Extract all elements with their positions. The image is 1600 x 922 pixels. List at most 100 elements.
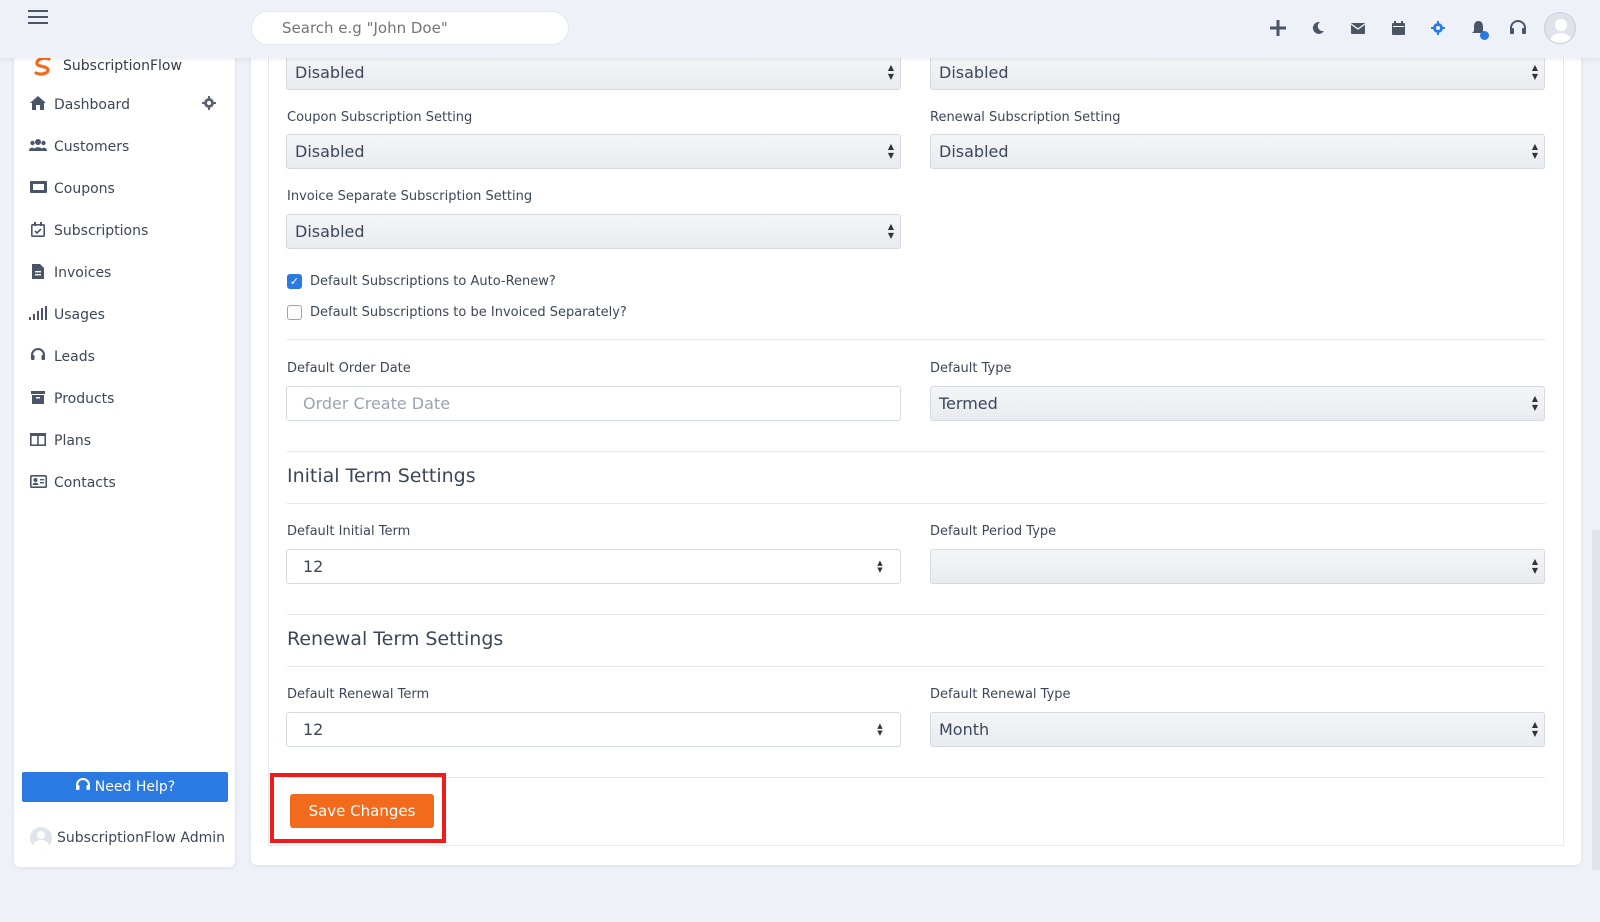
brand-name: SubscriptionFlow	[63, 58, 182, 74]
need-help-label: Need Help?	[94, 779, 176, 795]
period-type-select[interactable]: ▲ ▼	[930, 549, 1545, 584]
auto-renew-checkbox[interactable]: ✓	[287, 274, 302, 289]
renewal-term-stepper[interactable]: 12 ▲ ▼	[286, 712, 901, 747]
select-arrows-icon: ▲ ▼	[1531, 63, 1538, 81]
divider	[287, 503, 1545, 504]
save-changes-button[interactable]: Save Changes	[290, 794, 434, 828]
admin-user[interactable]: SubscriptionFlow Admin	[30, 827, 225, 849]
columns-icon	[28, 432, 48, 450]
sidebar-item-customers[interactable]: Customers	[28, 133, 228, 161]
sidebar-item-invoices[interactable]: Invoices	[28, 259, 228, 287]
order-date-input[interactable]: Order Create Date	[286, 386, 901, 421]
sidebar-item-label: Leads	[54, 349, 95, 365]
need-help-button[interactable]: Need Help?	[22, 772, 228, 802]
stepper-arrows-icon[interactable]: ▲ ▼	[876, 723, 884, 737]
sidebar-item-leads[interactable]: Leads	[28, 343, 228, 371]
ticket-icon	[28, 181, 48, 197]
renewal-term-label: Default Renewal Term	[287, 687, 430, 702]
save-highlight-box: Save Changes	[270, 773, 446, 843]
invoice-separate-setting-select[interactable]: Disabled ▲ ▼	[286, 214, 901, 249]
sidebar-item-products[interactable]: Products	[28, 385, 228, 413]
renewal-type-select[interactable]: Month ▲ ▼	[930, 712, 1545, 747]
sidebar-item-contacts[interactable]: Contacts	[28, 469, 228, 497]
period-type-label: Default Period Type	[930, 524, 1057, 539]
default-type-select[interactable]: Termed ▲ ▼	[930, 386, 1545, 421]
renewal-term-title: Renewal Term Settings	[287, 628, 504, 650]
brand[interactable]: SubscriptionFlow	[32, 55, 182, 77]
notification-dot	[1480, 31, 1489, 40]
brand-logo-icon	[34, 56, 51, 76]
home-icon	[28, 96, 48, 114]
coupon-setting-label: Coupon Subscription Setting	[287, 110, 473, 125]
top-left-setting-select[interactable]: Disabled ▲ ▼	[286, 55, 901, 90]
sidebar-item-label: Contacts	[54, 475, 116, 491]
invoice-icon	[28, 263, 48, 283]
sidebar-item-plans[interactable]: Plans	[28, 427, 228, 455]
invoiced-separately-checkbox[interactable]	[287, 305, 302, 320]
box-icon	[28, 390, 48, 408]
default-type-label: Default Type	[930, 361, 1012, 376]
calendar-check-icon	[28, 221, 48, 241]
invoice-separate-setting-label: Invoice Separate Subscription Setting	[287, 189, 533, 204]
select-value: Disabled	[939, 63, 1009, 82]
invoiced-separately-checkbox-row[interactable]: Default Subscriptions to be Invoiced Sep…	[287, 305, 627, 320]
select-value: Disabled	[939, 142, 1009, 161]
stepper-value: 12	[303, 720, 324, 739]
divider	[287, 451, 1545, 452]
mail-icon[interactable]	[1338, 10, 1378, 46]
sidebar: SubscriptionFlow Dashboard Customers Cou…	[14, 37, 235, 867]
select-arrows-icon: ▲ ▼	[887, 142, 894, 160]
sidebar-item-coupons[interactable]: Coupons	[28, 175, 228, 203]
initial-term-stepper[interactable]: 12 ▲ ▼	[286, 549, 901, 584]
calendar-icon[interactable]	[1378, 10, 1418, 46]
invoiced-separately-label: Default Subscriptions to be Invoiced Sep…	[310, 305, 627, 320]
auto-renew-checkbox-row[interactable]: ✓ Default Subscriptions to Auto-Renew?	[287, 274, 556, 289]
sidebar-item-label: Plans	[54, 433, 92, 449]
headset-icon[interactable]	[1498, 10, 1538, 46]
sidebar-item-dashboard[interactable]: Dashboard	[28, 91, 228, 119]
select-value: Disabled	[295, 63, 365, 82]
sidebar-item-usages[interactable]: Usages	[28, 301, 228, 329]
renewal-setting-label: Renewal Subscription Setting	[930, 110, 1121, 125]
user-avatar[interactable]	[1544, 12, 1576, 44]
select-value: Disabled	[295, 222, 365, 241]
search-input[interactable]	[251, 11, 569, 45]
divider	[287, 777, 1545, 778]
contact-card-icon	[28, 474, 48, 492]
sidebar-item-label: Customers	[54, 139, 130, 155]
order-date-label: Default Order Date	[287, 361, 411, 376]
select-arrows-icon: ▲ ▼	[1531, 720, 1538, 738]
sidebar-item-label: Subscriptions	[54, 223, 149, 239]
coupon-setting-select[interactable]: Disabled ▲ ▼	[286, 134, 901, 169]
divider	[287, 614, 1545, 615]
stepper-arrows-icon[interactable]: ▲ ▼	[876, 560, 884, 574]
bell-icon[interactable]	[1458, 10, 1498, 46]
sidebar-item-label: Usages	[54, 307, 105, 323]
sidebar-item-label: Dashboard	[54, 97, 130, 113]
moon-icon[interactable]	[1298, 10, 1338, 46]
select-arrows-icon: ▲ ▼	[1531, 557, 1538, 575]
sidebar-item-label: Invoices	[54, 265, 112, 281]
top-right-setting-select[interactable]: Disabled ▲ ▼	[930, 55, 1545, 90]
divider	[287, 666, 1545, 667]
gear-icon[interactable]	[1418, 10, 1458, 46]
admin-user-name: SubscriptionFlow Admin	[57, 830, 226, 846]
signal-bars-icon	[28, 306, 48, 324]
hamburger-menu-icon[interactable]	[28, 10, 48, 24]
users-icon	[28, 139, 48, 155]
sidebar-item-subscriptions[interactable]: Subscriptions	[28, 217, 228, 245]
select-arrows-icon: ▲ ▼	[1531, 394, 1538, 412]
dashboard-settings-gear-icon[interactable]	[202, 96, 216, 114]
select-arrows-icon: ▲ ▼	[887, 222, 894, 240]
plus-icon[interactable]	[1258, 10, 1298, 46]
headset-icon	[28, 348, 48, 366]
stepper-value: 12	[303, 557, 324, 576]
top-icons	[1258, 10, 1576, 46]
scrollbar[interactable]	[1592, 530, 1600, 870]
select-arrows-icon: ▲ ▼	[1531, 142, 1538, 160]
renewal-setting-select[interactable]: Disabled ▲ ▼	[930, 134, 1545, 169]
renewal-type-label: Default Renewal Type	[930, 687, 1071, 702]
divider	[287, 339, 1545, 340]
select-value: Termed	[939, 394, 998, 413]
auto-renew-label: Default Subscriptions to Auto-Renew?	[310, 274, 556, 289]
